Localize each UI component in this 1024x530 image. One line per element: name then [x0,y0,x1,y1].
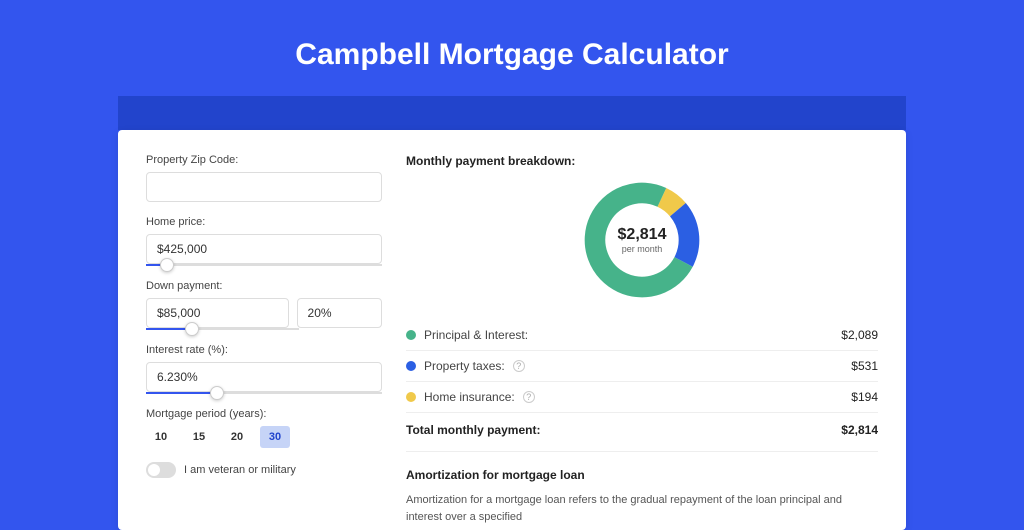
legend-dot [406,361,416,371]
legend-label: Principal & Interest: [424,328,528,342]
info-icon[interactable]: ? [513,360,525,372]
legend-row: Property taxes:? $531 [406,350,878,381]
zip-input[interactable] [146,172,382,202]
down-payment-input[interactable] [146,298,289,328]
period-options: 10 15 20 30 [146,426,382,448]
legend-left: Home insurance:? [406,390,535,404]
rate-label: Interest rate (%): [146,344,382,356]
rate-slider-fill [146,392,217,394]
period-label: Mortgage period (years): [146,408,382,420]
period-option-15[interactable]: 15 [184,426,214,448]
veteran-toggle-knob [148,464,160,476]
legend-value: $531 [851,359,878,373]
donut-chart: $2,814 per month [580,178,704,302]
down-payment-slider[interactable] [146,328,299,330]
amortization-text: Amortization for a mortgage loan refers … [406,492,878,525]
zip-label: Property Zip Code: [146,154,382,166]
rate-input[interactable] [146,362,382,392]
page-title: Campbell Mortgage Calculator [0,0,1024,96]
home-price-label: Home price: [146,216,382,228]
home-price-slider[interactable] [146,264,382,266]
rate-field-group: Interest rate (%): [146,344,382,394]
period-option-30[interactable]: 30 [260,426,290,448]
legend-value: $2,089 [841,328,878,342]
rate-slider[interactable] [146,392,382,394]
legend-value: $194 [851,390,878,404]
down-payment-pct-input[interactable] [297,298,382,328]
breakdown-column: Monthly payment breakdown: $2,814 per mo… [406,154,878,530]
total-label: Total monthly payment: [406,423,540,437]
header-band [118,96,906,130]
home-price-slider-thumb[interactable] [160,258,174,272]
home-price-field-group: Home price: [146,216,382,266]
rate-slider-thumb[interactable] [210,386,224,400]
legend-dot [406,392,416,402]
legend-left: Property taxes:? [406,359,525,373]
total-row: Total monthly payment: $2,814 [406,412,878,451]
legend-row: Home insurance:? $194 [406,381,878,412]
calculator-card: Property Zip Code: Home price: Down paym… [118,130,906,530]
amortization-title: Amortization for mortgage loan [406,468,878,482]
donut-sub: per month [618,244,667,254]
veteran-label: I am veteran or military [184,464,296,476]
veteran-toggle[interactable] [146,462,176,478]
period-option-10[interactable]: 10 [146,426,176,448]
donut-amount: $2,814 [618,226,667,244]
down-payment-label: Down payment: [146,280,382,292]
period-option-20[interactable]: 20 [222,426,252,448]
home-price-input[interactable] [146,234,382,264]
legend-row: Principal & Interest: $2,089 [406,320,878,350]
amortization-block: Amortization for mortgage loan Amortizat… [406,451,878,525]
veteran-row: I am veteran or military [146,462,382,478]
legend-left: Principal & Interest: [406,328,528,342]
zip-field-group: Property Zip Code: [146,154,382,202]
legend-dot [406,330,416,340]
down-payment-slider-thumb[interactable] [185,322,199,336]
legend-label: Home insurance: [424,390,515,404]
donut-chart-wrap: $2,814 per month [406,178,878,302]
inputs-column: Property Zip Code: Home price: Down paym… [146,154,382,530]
period-field-group: Mortgage period (years): 10 15 20 30 [146,408,382,448]
donut-center: $2,814 per month [618,226,667,254]
down-payment-field-group: Down payment: [146,280,382,330]
info-icon[interactable]: ? [523,391,535,403]
breakdown-title: Monthly payment breakdown: [406,154,878,168]
legend-label: Property taxes: [424,359,505,373]
total-value: $2,814 [841,423,878,437]
legend: Principal & Interest: $2,089 Property taxe… [406,320,878,412]
